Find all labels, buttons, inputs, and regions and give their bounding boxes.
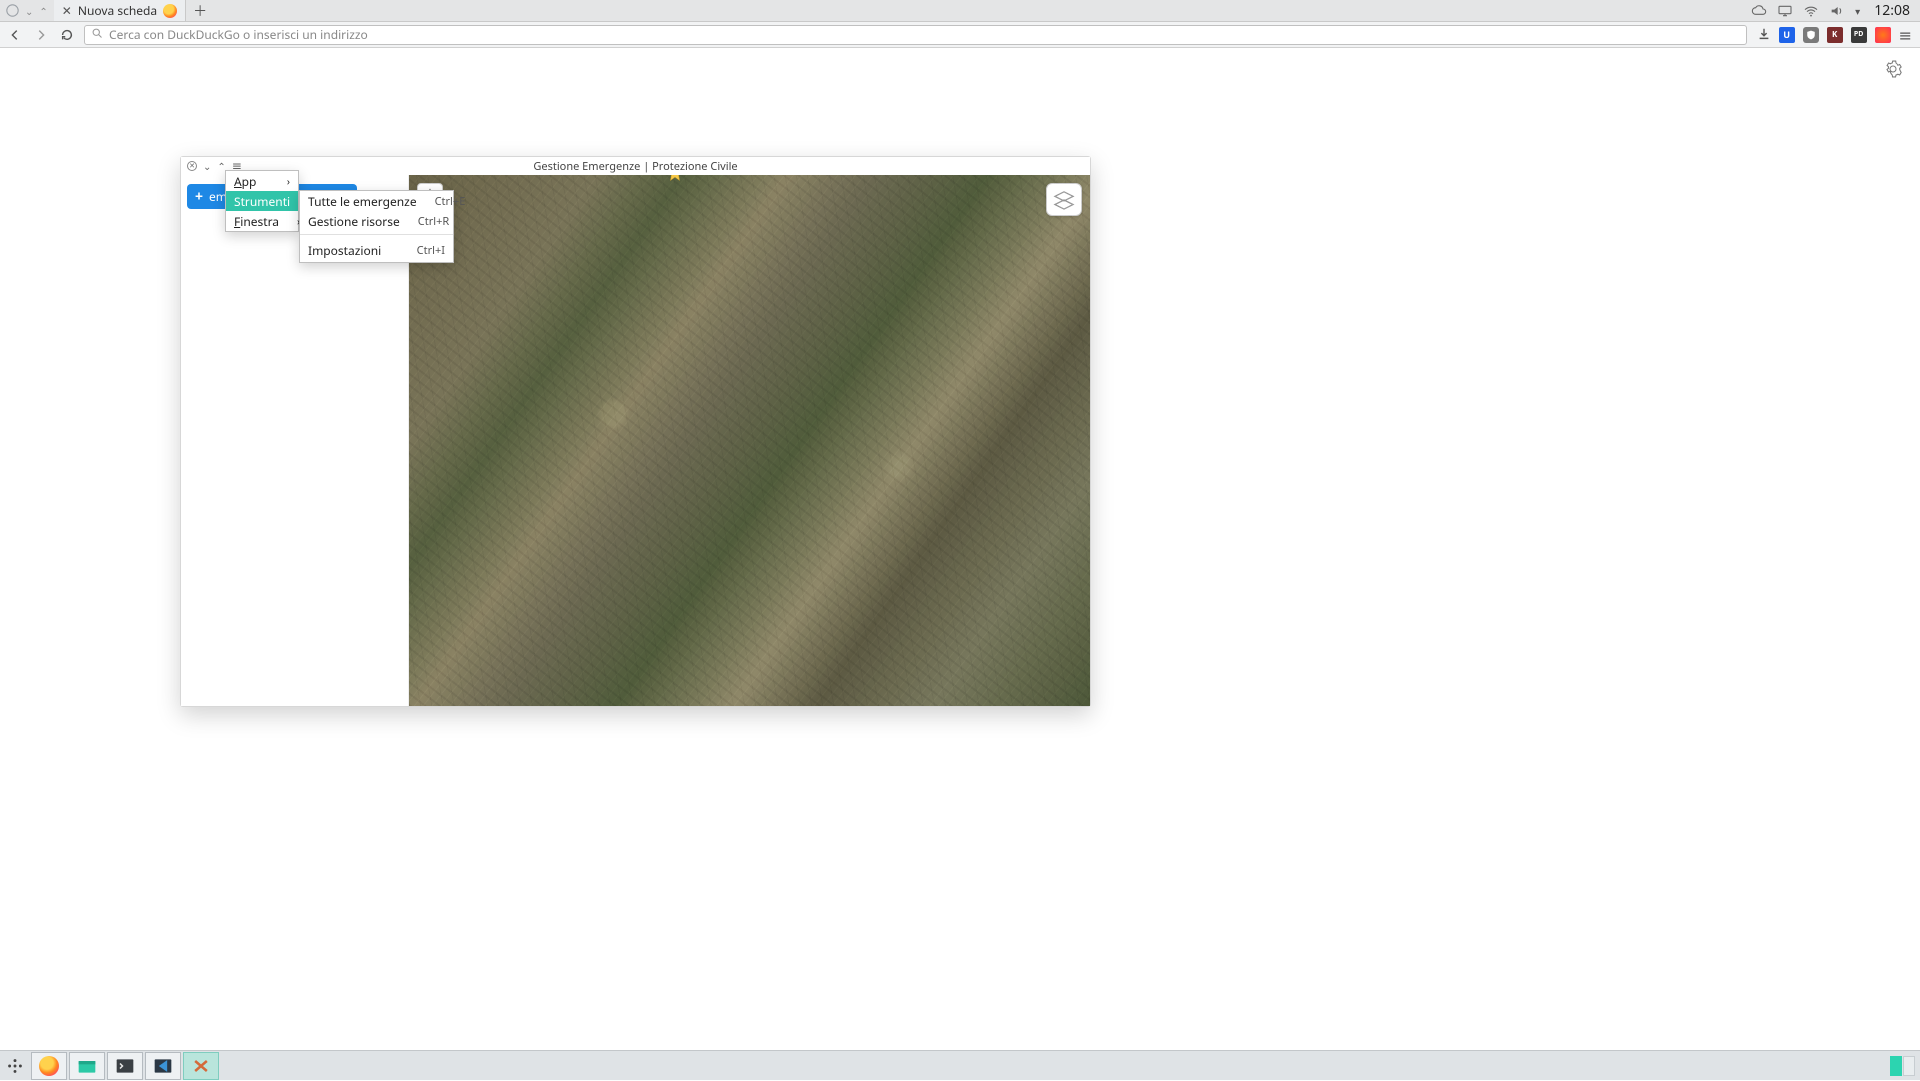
reload-button[interactable] <box>58 26 76 44</box>
firefox-icon <box>163 4 177 18</box>
menu-item-strumenti[interactable]: Strumenti › <box>226 191 298 211</box>
ext-k-icon[interactable]: K <box>1827 27 1843 43</box>
app-submenu-strumenti: Tutte le emergenze Ctrl+E Gestione risor… <box>299 190 454 263</box>
window-min-icon[interactable]: ⌄ <box>25 4 33 18</box>
firefox-icon <box>39 1056 59 1076</box>
app-title: Gestione Emergenze | Protezione Civile <box>181 159 1090 174</box>
menu-item-tutte-emergenze[interactable]: Tutte le emergenze Ctrl+E <box>300 191 453 211</box>
x-icon <box>191 1057 211 1075</box>
app-titlebar[interactable]: ✕ ⌄ ⌃ ≡ Gestione Emergenze | Protezione … <box>181 157 1090 175</box>
ext-bitwarden-icon[interactable]: U <box>1779 27 1795 43</box>
extension-icons: U K PD ≡ <box>1755 24 1914 46</box>
ext-orange-icon[interactable] <box>1875 27 1891 43</box>
task-vscode[interactable] <box>145 1052 181 1080</box>
app-launcher-button[interactable] <box>0 1051 30 1081</box>
display-icon[interactable] <box>1777 4 1793 18</box>
map-marker-icon[interactable] <box>665 175 685 183</box>
window-controls: ⌄ ⌃ <box>0 4 54 18</box>
search-icon <box>91 26 103 43</box>
hamburger-menu-icon[interactable]: ≡ <box>1899 24 1912 46</box>
browser-toolbar: Cerca con DuckDuckGo o inserisci un indi… <box>0 22 1920 48</box>
menu-item-app[interactable]: App › <box>226 171 298 191</box>
url-bar[interactable]: Cerca con DuckDuckGo o inserisci un indi… <box>84 25 1747 45</box>
window-titlebar: ⌄ ⌃ ✕ Nuova scheda ＋ ▾ 12:08 <box>0 0 1920 22</box>
close-tab-icon[interactable]: ✕ <box>62 2 72 19</box>
menu-item-finestra[interactable]: Finestra › <box>226 211 298 231</box>
tab-strip: ✕ Nuova scheda ＋ <box>54 0 214 21</box>
folder-icon <box>77 1057 97 1075</box>
plus-icon: + <box>195 187 203 206</box>
new-tab-button[interactable]: ＋ <box>186 0 214 21</box>
browser-viewport: ✕ ⌄ ⌃ ≡ Gestione Emergenze | Protezione … <box>0 48 1920 1058</box>
cloud-icon[interactable] <box>1751 4 1767 18</box>
task-terminal[interactable] <box>107 1052 143 1080</box>
tray-widget[interactable] <box>1890 1052 1920 1080</box>
window-menu-icon[interactable] <box>6 4 19 17</box>
wifi-icon[interactable] <box>1803 4 1819 18</box>
forward-button[interactable] <box>32 26 50 44</box>
url-placeholder: Cerca con DuckDuckGo o inserisci un indi… <box>109 26 368 43</box>
browser-tab[interactable]: ✕ Nuova scheda <box>54 0 186 21</box>
chevron-down-icon[interactable]: ▾ <box>1855 4 1860 18</box>
download-icon[interactable] <box>1757 24 1771 46</box>
app-main-menu: App › Strumenti › Finestra › <box>225 170 299 232</box>
tab-label: Nuova scheda <box>78 2 157 19</box>
menu-separator <box>300 234 453 235</box>
system-tray: ▾ 12:08 <box>1741 1 1920 20</box>
map-layers-button[interactable] <box>1046 183 1082 216</box>
task-files[interactable] <box>69 1052 105 1080</box>
window-max-icon[interactable]: ⌃ <box>39 4 47 18</box>
chevron-right-icon: › <box>287 174 290 188</box>
back-button[interactable] <box>6 26 24 44</box>
volume-icon[interactable] <box>1829 4 1845 18</box>
app-min-icon[interactable]: ⌄ <box>203 159 211 173</box>
menu-item-impostazioni[interactable]: Impostazioni Ctrl+I <box>300 238 453 262</box>
ext-pd-icon[interactable]: PD <box>1851 27 1867 43</box>
taskbar <box>0 1050 1920 1080</box>
page-settings-icon[interactable] <box>1884 60 1902 83</box>
menu-item-gestione-risorse[interactable]: Gestione risorse Ctrl+R <box>300 211 453 231</box>
task-firefox[interactable] <box>31 1052 67 1080</box>
map-view[interactable]: + <box>409 175 1090 706</box>
task-xorg[interactable] <box>183 1052 219 1080</box>
app-close-icon[interactable]: ✕ <box>187 161 197 171</box>
vscode-icon <box>153 1057 173 1075</box>
terminal-icon <box>115 1057 135 1075</box>
clock[interactable]: 12:08 <box>1870 1 1910 20</box>
ext-shield-icon[interactable] <box>1803 27 1819 43</box>
